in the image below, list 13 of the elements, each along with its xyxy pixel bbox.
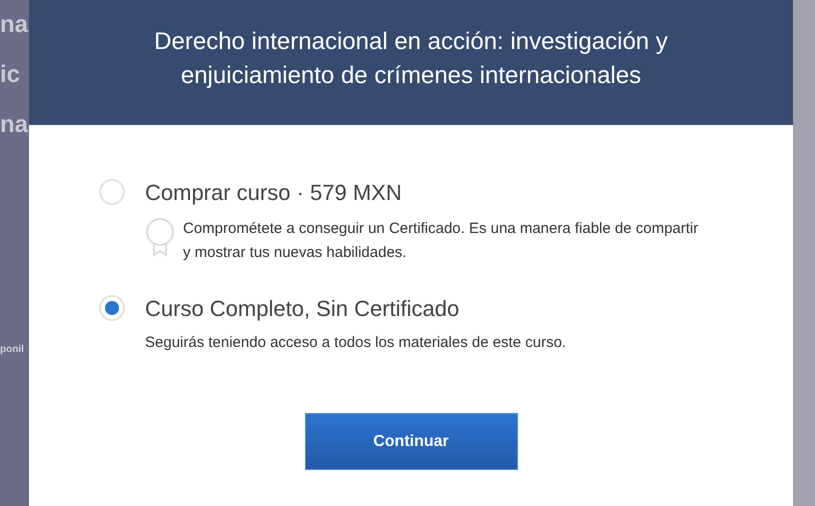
option-label: Comprar curso · 579 MXN [145, 179, 403, 207]
background-heading: na [0, 10, 28, 40]
background-heading: na [0, 110, 28, 140]
dialog-title: Derecho internacional en acción: investigación y enjuiciamiento de crímenes internacionales [153, 26, 669, 90]
continue-button[interactable]: Continuar [304, 413, 518, 470]
background-text: ponil [0, 343, 24, 357]
radio-button[interactable] [99, 295, 125, 321]
background-heading: ic [0, 60, 20, 90]
option-label: Curso Completo, Sin Certificado [145, 295, 460, 323]
certificate-badge-icon [145, 217, 175, 257]
option-description: Seguirás teniendo acceso a todos los materiales de este curso. [145, 333, 566, 353]
radio-button[interactable] [99, 179, 125, 205]
option-description: Comprométete a conseguir un Certificado. Es una manera fiable de compartir y mostrar tus nuevas habilidades. [183, 219, 700, 263]
